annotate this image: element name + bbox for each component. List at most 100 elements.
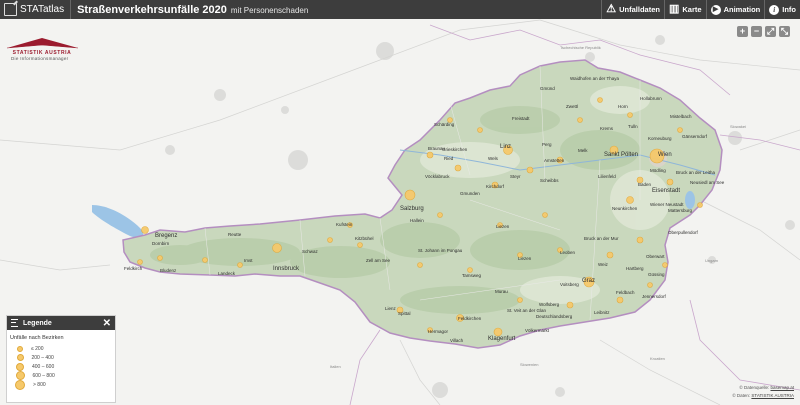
- city-label: Güssing: [648, 272, 665, 277]
- city-label: Ried: [444, 156, 454, 161]
- city-label: Liezen: [496, 224, 510, 229]
- basemap-link[interactable]: basemap.at: [770, 385, 794, 390]
- legend-dot: [15, 379, 25, 390]
- city-label: Weiz: [598, 262, 609, 267]
- city-label: Lienz: [385, 306, 397, 311]
- play-icon: ▶: [710, 4, 721, 15]
- app-brand[interactable]: STATatlas: [0, 0, 72, 19]
- city-label: Hermagor: [428, 329, 449, 334]
- city-label: Gmünd: [540, 86, 555, 91]
- tool-animation[interactable]: ▶ Animation: [705, 0, 765, 19]
- tool-label: Unfalldaten: [619, 5, 660, 14]
- city-label: Eisenstadt: [652, 188, 680, 194]
- city-label: Steyr: [510, 174, 521, 179]
- map-controls: + − ⤢ ⤡: [737, 26, 790, 37]
- city-label: Korneuburg: [648, 136, 672, 141]
- title-main: Straßenverkehrsunfälle 2020: [77, 3, 227, 16]
- city-label: Oberwart: [646, 254, 665, 259]
- legend-item: > 800: [7, 379, 115, 390]
- city-label: St. Veit an der Glan: [507, 308, 547, 313]
- city-label: Voitsberg: [560, 282, 579, 287]
- app-name: STATatlas: [20, 4, 65, 15]
- page-title: Straßenverkehrsunfälle 2020 mit Personens…: [71, 4, 308, 16]
- country-label: Kroatien: [650, 356, 665, 361]
- city-label: Tamsweg: [462, 273, 482, 278]
- tool-label: Info: [782, 5, 796, 14]
- city-label: Sankt Pölten: [604, 152, 638, 158]
- legend-item: 400 – 600: [7, 362, 115, 371]
- city-label: Horn: [618, 104, 628, 109]
- city-label: Gmunden: [460, 191, 480, 196]
- city-label: Perg: [542, 142, 552, 147]
- city-label: Waidhofen an der Thaya: [570, 76, 620, 81]
- legend-header: Legende ✕: [7, 316, 115, 330]
- credit-prefix: © Daten:: [732, 393, 751, 398]
- city-label: Neunkirchen: [612, 206, 638, 211]
- city-label: Krems: [600, 126, 614, 131]
- legend-item: ≤ 200: [7, 344, 115, 353]
- city-label: Vöcklabruck: [425, 174, 450, 179]
- tool-karte[interactable]: ▥ Karte: [663, 0, 706, 19]
- lake-neusiedl: [685, 191, 695, 209]
- city-label: Murau: [495, 289, 508, 294]
- city-label: Spittal: [398, 311, 411, 316]
- title-subtitle: mit Personenschaden: [230, 5, 309, 15]
- tool-info[interactable]: i Info: [764, 0, 800, 19]
- reset-view-button[interactable]: ⤡: [779, 26, 790, 37]
- statistik-link[interactable]: STATISTIK AUSTRIA: [751, 393, 794, 398]
- city-label: Feldbach: [616, 290, 635, 295]
- warning-icon: ⚠: [606, 3, 617, 15]
- fullscreen-button[interactable]: ⤢: [765, 26, 776, 37]
- country-label: Italien: [330, 364, 341, 369]
- legend-label: 200 – 400: [31, 354, 54, 361]
- close-icon[interactable]: ✕: [103, 318, 111, 329]
- map-canvas[interactable]: Bregenz Dornbirn Feldkirch Bludenz Reutt…: [0, 19, 800, 405]
- menu-icon: [11, 319, 18, 327]
- city-label: Schwaz: [302, 249, 319, 254]
- country-label: Ungarn: [705, 258, 718, 263]
- tool-unfalldaten[interactable]: ⚠ Unfalldaten: [601, 0, 664, 19]
- city-label: Amstetten: [544, 158, 565, 163]
- top-bar: STATatlas Straßenverkehrsunfälle 2020 mit…: [0, 0, 800, 19]
- legend-dot: [17, 345, 23, 352]
- country-label: Tschechische Republik: [560, 45, 601, 50]
- zoom-in-button[interactable]: +: [737, 26, 748, 37]
- data-credit: © Daten: STATISTIK AUSTRIA: [732, 393, 794, 398]
- city-label: Feldkirchen: [458, 316, 482, 321]
- city-label: Wiener Neustadt: [650, 202, 684, 207]
- country-label: Slowakei: [730, 124, 746, 129]
- city-label: Linz: [500, 144, 511, 150]
- city-label: St. Johann im Pongau: [418, 248, 463, 253]
- city-label: Tulln: [628, 124, 638, 129]
- city-label: Liezen: [518, 256, 532, 261]
- legend-label: 600 – 800: [32, 372, 55, 379]
- zoom-out-button[interactable]: −: [751, 26, 762, 37]
- city-label: Neusiedl am See: [690, 180, 725, 185]
- city-label: Feldkirch: [124, 266, 143, 271]
- statistik-austria-logo[interactable]: STATISTIK AUSTRIA Die Informationsmanage…: [5, 36, 80, 64]
- city-label: Leoben: [560, 250, 576, 255]
- city-label: Mistelbach: [670, 114, 692, 119]
- logo-mark: STATISTIK AUSTRIA: [6, 38, 79, 56]
- country-label: Slowenien: [520, 362, 538, 367]
- legend-title: Legende: [23, 319, 52, 327]
- city-label: Bregenz: [155, 233, 177, 239]
- city-label: Hartberg: [626, 266, 644, 271]
- city-label: Jennersdorf: [642, 294, 667, 299]
- city-label: Wien: [658, 152, 672, 158]
- city-label: Hallein: [410, 218, 424, 223]
- edit-icon: [4, 3, 17, 16]
- city-label: Reutte: [228, 232, 242, 237]
- legend-label: 400 – 600: [32, 363, 55, 370]
- credit-prefix: © Datenquelle:: [739, 385, 770, 390]
- city-label: Salzburg: [400, 206, 424, 212]
- city-label: Grieskirchen: [442, 147, 468, 152]
- city-label: Völkermarkt: [525, 328, 550, 333]
- city-label: Scheibbs: [540, 178, 559, 183]
- city-label: Wolfsberg: [539, 302, 560, 307]
- legend-label: ≤ 200: [31, 345, 44, 352]
- city-label: Zwettl: [566, 104, 578, 109]
- city-label: Zell am See: [366, 258, 391, 263]
- book-icon: ▥: [668, 3, 680, 15]
- city-label: Melk: [578, 148, 588, 153]
